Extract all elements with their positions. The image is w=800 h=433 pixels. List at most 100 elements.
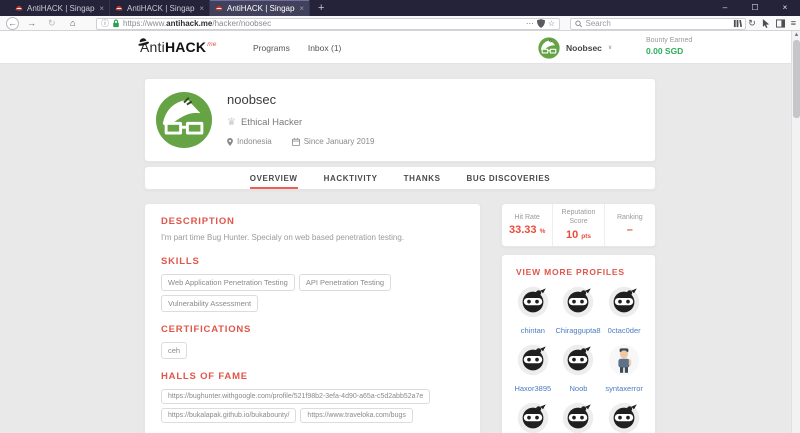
- user-avatar: [538, 36, 560, 59]
- search-input[interactable]: [585, 19, 741, 29]
- profile-tab[interactable]: BUG DISCOVERIES: [467, 167, 551, 189]
- logo-me-text: me: [207, 41, 217, 49]
- profile-tabs: OVERVIEW HACKTIVITY THANKS BUG DISCOVERIES: [144, 166, 656, 190]
- profile-tab[interactable]: HACKTIVITY: [324, 167, 378, 189]
- profile-username: noobsec: [227, 92, 277, 107]
- home-button[interactable]: ⌂: [70, 16, 75, 31]
- stat-cell: Hit Rate 33.33 %: [502, 204, 552, 246]
- tab-close-icon[interactable]: ×: [99, 4, 104, 13]
- sync-icon[interactable]: ↻: [748, 19, 756, 28]
- mini-profile[interactable]: Chiraggupta8769: [555, 286, 601, 335]
- ninja-avatar: [562, 286, 594, 323]
- more-profiles-card: VIEW MORE PROFILES chintan Chiraggupta8 …: [501, 254, 656, 433]
- skills-heading: SKILLS: [161, 256, 200, 267]
- ninja-avatar: [562, 402, 594, 433]
- page-actions-icon[interactable]: ⋯: [526, 19, 534, 28]
- mini-profile[interactable]: Hash: [556, 402, 602, 433]
- scrollbar-thumb[interactable]: [793, 40, 800, 118]
- stat-cell: Reputation Score 10 pts: [552, 204, 603, 246]
- profile-location: Indonesia: [227, 137, 272, 146]
- new-tab-button[interactable]: +: [310, 0, 332, 16]
- mini-profile[interactable]: vannyyapp: [510, 402, 556, 433]
- stat-label: Reputation Score: [561, 209, 596, 225]
- mini-profile-name[interactable]: 0ctac0der: [608, 326, 641, 335]
- nav-link[interactable]: Inbox (1): [308, 43, 342, 53]
- hall-of-fame-link[interactable]: https://www.traveloka.com/bugs: [300, 408, 413, 423]
- profile-meta-row: Indonesia Since January 2019: [227, 137, 374, 146]
- profile-tab[interactable]: OVERVIEW: [249, 167, 298, 189]
- page-info-icon[interactable]: ⓘ: [101, 19, 109, 28]
- mini-profile[interactable]: chintan: [510, 286, 556, 335]
- bounty-earned: Bounty Earned 0.00 SGD: [646, 37, 692, 56]
- browser-tab[interactable]: AntiHACK | Singapore's First B ×: [10, 0, 110, 16]
- user-account-menu[interactable]: Noobsec ∨: [538, 31, 612, 64]
- scroll-up-icon[interactable]: ▲: [792, 32, 800, 38]
- back-button[interactable]: ←: [6, 17, 19, 30]
- view-more-profiles-heading: VIEW MORE PROFILES: [516, 267, 625, 277]
- browser-titlebar: AntiHACK | Singapore's First B × AntiHAC…: [0, 0, 800, 16]
- browser-tab-title: AntiHACK | Singapore's First B: [227, 3, 295, 13]
- browser-tab[interactable]: AntiHACK | Singapore's First B ×: [210, 0, 310, 16]
- sidebar-icon[interactable]: [775, 19, 785, 28]
- certifications-heading: CERTIFICATIONS: [161, 324, 252, 335]
- page-scrollbar[interactable]: ▲: [791, 31, 800, 433]
- overview-panel: DESCRIPTION I'm part time Bug Hunter. Sp…: [144, 203, 481, 433]
- antihack-favicon-icon: [115, 5, 123, 11]
- certification-tag: ceh: [161, 342, 188, 359]
- site-logo[interactable]: AntiHACKme: [138, 38, 217, 55]
- ninja-avatar: [517, 402, 549, 433]
- hat-icon: [135, 32, 151, 50]
- tab-close-icon[interactable]: ×: [299, 4, 304, 13]
- browser-tab-title: AntiHACK | Singapore's First B: [27, 3, 95, 13]
- browser-toolbar: ← → ↻ ⌂ ⓘ https://www.antihack.me/hacker…: [0, 16, 800, 31]
- window-close-button[interactable]: ×: [770, 0, 800, 16]
- profile-card: noobsec ♛ Ethical Hacker Indonesia Since…: [144, 78, 656, 162]
- mini-profile[interactable]: khanjanny: [601, 402, 647, 433]
- bookmark-star-icon[interactable]: ☆: [548, 19, 555, 28]
- url-bar[interactable]: ⓘ https://www.antihack.me/hacker/noobsec…: [96, 18, 560, 30]
- nav-link[interactable]: Programs: [253, 43, 290, 53]
- mini-profile-name[interactable]: Chiraggupta8769: [555, 326, 601, 335]
- mini-profile[interactable]: 0ctac0der: [601, 286, 647, 335]
- browser-tab-title: AntiHACK | Singapore's First B: [127, 3, 195, 13]
- stat-value: –: [626, 224, 633, 237]
- library-icon[interactable]: [733, 19, 743, 28]
- calendar-icon: [291, 137, 300, 146]
- mini-profile-name[interactable]: Haxor3895: [514, 384, 551, 393]
- url-text: https://www.antihack.me/hacker/noobsec: [123, 19, 272, 29]
- certification-tags: ceh: [161, 342, 464, 359]
- mini-profile[interactable]: Noob: [556, 344, 602, 393]
- tab-close-icon[interactable]: ×: [199, 4, 204, 13]
- mini-profile[interactable]: Haxor3895: [510, 344, 556, 393]
- window-minimize-button[interactable]: –: [710, 0, 740, 16]
- browser-tab-strip: AntiHACK | Singapore's First B × AntiHAC…: [10, 0, 332, 16]
- stat-value: 10 pts: [565, 228, 592, 241]
- mini-profile-name[interactable]: syntaxerror: [605, 384, 643, 393]
- hall-of-fame-link[interactable]: https://bughunter.withgoogle.com/profile…: [161, 389, 431, 404]
- stat-label: Hit Rate: [514, 213, 540, 221]
- refresh-button[interactable]: ↻: [48, 16, 56, 31]
- hall-of-fame-link[interactable]: https://bukalapak.github.io/bukabounty/: [161, 408, 297, 423]
- mini-profile-name[interactable]: Noob: [570, 384, 588, 393]
- user-name: Noobsec: [566, 42, 602, 53]
- mini-profile[interactable]: syntaxerror: [601, 344, 647, 393]
- forward-button[interactable]: →: [27, 16, 36, 31]
- window-maximize-button[interactable]: ☐: [740, 0, 770, 16]
- profile-avatar: [155, 91, 213, 154]
- mini-profile-name[interactable]: chintan: [521, 326, 545, 335]
- browser-tab[interactable]: AntiHACK | Singapore's First B ×: [110, 0, 210, 16]
- person-avatar: [608, 344, 640, 381]
- chevron-down-icon: ∨: [607, 45, 613, 51]
- description-heading: DESCRIPTION: [161, 216, 235, 227]
- antihack-favicon-icon: [215, 5, 223, 11]
- profile-tab[interactable]: THANKS: [404, 167, 441, 189]
- stat-value: 33.33 %: [508, 224, 546, 237]
- profiles-grid: chintan Chiraggupta8769: [510, 286, 647, 433]
- menu-icon[interactable]: ≡: [791, 19, 796, 28]
- tracking-shield-icon[interactable]: [536, 19, 545, 29]
- halls-of-fame-links: https://bughunter.withgoogle.com/profile…: [161, 389, 464, 423]
- search-box[interactable]: [570, 18, 746, 30]
- https-lock-icon: [113, 19, 119, 28]
- pointer-icon[interactable]: [762, 19, 770, 28]
- profile-title-row: ♛ Ethical Hacker: [227, 117, 302, 128]
